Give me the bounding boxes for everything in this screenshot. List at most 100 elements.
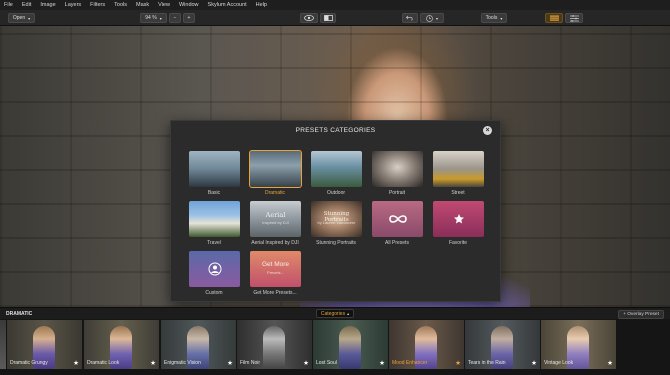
preset-thumb[interactable]: Dramatic Look ★ xyxy=(84,320,159,369)
get-more-overlay-title: Get More xyxy=(261,261,290,268)
infinity-icon xyxy=(372,201,423,237)
category-tile-outdoor[interactable] xyxy=(311,151,362,187)
preset-label: Mood Enhancer xyxy=(392,360,428,366)
category-label-outdoor: Outdoor xyxy=(326,190,346,196)
tools-button[interactable]: Tools ▾ xyxy=(481,13,507,23)
category-label-favorite: Favorite xyxy=(448,240,468,246)
preset-thumb[interactable]: Lost Soul ★ xyxy=(313,320,388,369)
zoom-in-label: + xyxy=(187,15,191,21)
star-icon[interactable]: ★ xyxy=(227,360,233,367)
category-tile-all-presets[interactable] xyxy=(372,201,423,237)
presets-panel-button[interactable] xyxy=(545,13,563,23)
preset-thumb[interactable]: Vintage Look ★ xyxy=(541,320,616,369)
menu-mask[interactable]: Mask xyxy=(136,0,149,10)
adjustments-panel-button[interactable] xyxy=(565,13,583,23)
star-icon[interactable]: ★ xyxy=(455,360,461,367)
star-icon[interactable]: ★ xyxy=(150,360,156,367)
undo-button[interactable] xyxy=(402,13,418,23)
menu-edit[interactable]: Edit xyxy=(22,0,31,10)
stunning-overlay-sub: by Lauren Vandaveer xyxy=(317,220,356,225)
presets-strip: Dramatic Grungy ★ Dramatic Look ★ Enigma… xyxy=(0,319,670,375)
menu-filters[interactable]: Filters xyxy=(90,0,105,10)
menu-tools[interactable]: Tools xyxy=(114,0,127,10)
zoom-out-button[interactable]: − xyxy=(169,13,181,23)
category-tile-custom[interactable] xyxy=(189,251,240,287)
zoom-value: 94 % xyxy=(145,15,157,21)
star-icon[interactable]: ★ xyxy=(379,360,385,367)
star-icon[interactable]: ★ xyxy=(531,360,537,367)
category-label-stunning-portraits: Stunning Portraits xyxy=(316,240,356,246)
category-tile-favorite[interactable] xyxy=(433,201,484,237)
star-icon[interactable]: ★ xyxy=(607,360,613,367)
open-label: Open xyxy=(12,15,26,21)
chevron-down-icon: ▾ xyxy=(28,15,31,21)
category-tile-basic[interactable] xyxy=(189,151,240,187)
category-tile-stunning-portraits[interactable]: Stunning Portraits by Lauren Vandaveer xyxy=(311,201,362,237)
menu-view[interactable]: View xyxy=(158,0,170,10)
get-more-overlay-sub: Presets... xyxy=(267,270,284,275)
compare-icon xyxy=(323,15,333,21)
aerial-overlay-sub: Inspired by DJI xyxy=(262,220,289,225)
open-button[interactable]: Open ▾ xyxy=(8,13,35,23)
preset-label: Film Noir xyxy=(240,360,260,366)
preset-thumb[interactable]: Enigmatic Vision ★ xyxy=(161,320,236,369)
preset-thumb[interactable]: Mood Enhancer ★ xyxy=(389,320,464,369)
overlay-preset-label: + Overlay Preset xyxy=(623,312,659,317)
presets-icon xyxy=(549,15,559,21)
category-label-aerial: Aerial Inspired by DJI xyxy=(251,240,299,246)
preview-eye-button[interactable] xyxy=(300,13,318,23)
category-label-travel: Travel xyxy=(207,240,221,246)
menu-file[interactable]: File xyxy=(4,0,13,10)
menu-image[interactable]: Image xyxy=(40,0,55,10)
categories-label: Categories xyxy=(320,310,346,317)
undo-icon xyxy=(406,15,413,21)
menu-window[interactable]: Window xyxy=(179,0,199,10)
zoom-in-button[interactable]: + xyxy=(183,13,195,23)
preset-label: Dramatic Look xyxy=(87,360,120,366)
category-tile-travel[interactable] xyxy=(189,201,240,237)
overlay-preset-button[interactable]: + Overlay Preset xyxy=(618,310,664,319)
user-icon xyxy=(189,251,240,287)
history-button[interactable]: ▾ xyxy=(420,13,444,23)
categories-button[interactable]: Categories ▴ xyxy=(316,309,354,318)
category-tile-portrait[interactable] xyxy=(372,151,423,187)
menu-bar: File Edit Image Layers Filters Tools Mas… xyxy=(0,0,670,10)
dialog-title: PRESETS CATEGORIES xyxy=(295,127,376,134)
category-tile-aerial[interactable]: Aerial Inspired by DJI xyxy=(250,201,301,237)
close-icon[interactable]: × xyxy=(483,126,492,135)
category-tile-street[interactable] xyxy=(433,151,484,187)
star-icon[interactable]: ★ xyxy=(303,360,309,367)
chevron-down-icon: ▾ xyxy=(500,15,503,21)
preset-thumb[interactable]: Dramatic Grungy ★ xyxy=(7,320,82,369)
clock-icon xyxy=(426,14,433,22)
star-icon xyxy=(433,201,484,237)
category-label-custom: Custom xyxy=(205,290,223,296)
preset-label: Tears in the Rain xyxy=(468,360,506,366)
chevron-up-icon: ▴ xyxy=(347,311,350,316)
category-label-get-more-presets: Get More Presets... xyxy=(253,290,297,296)
presets-strip-header: DRAMATIC Categories ▴ + Overlay Preset xyxy=(0,307,670,319)
chevron-down-icon: ▾ xyxy=(159,15,162,21)
zoom-select[interactable]: 94 % ▾ xyxy=(140,13,167,23)
category-tile-get-more-presets[interactable]: Get More Presets... xyxy=(250,251,301,287)
tools-label: Tools xyxy=(485,15,498,21)
menu-layers[interactable]: Layers xyxy=(65,0,82,10)
compare-button[interactable] xyxy=(320,13,336,23)
toolbar: Open ▾ 94 % ▾ − + ▾ Tools ▾ xyxy=(0,10,670,26)
menu-help[interactable]: Help xyxy=(256,0,267,10)
zoom-out-label: − xyxy=(173,15,177,21)
preset-thumb[interactable]: Film Noir ★ xyxy=(237,320,312,369)
category-label-portrait: Portrait xyxy=(388,190,406,196)
category-label-street: Street xyxy=(451,190,465,196)
preset-thumb[interactable]: Tears in the Rain ★ xyxy=(465,320,540,369)
preset-thumb-partial[interactable] xyxy=(0,320,6,369)
category-tile-dramatic[interactable] xyxy=(249,150,302,188)
eye-icon xyxy=(304,15,314,21)
star-icon[interactable]: ★ xyxy=(73,360,79,367)
preset-label: Lost Soul xyxy=(316,360,337,366)
presets-categories-dialog: PRESETS CATEGORIES × Basic Dramatic Outd… xyxy=(170,120,501,302)
menu-skylum-account[interactable]: Skylum Account xyxy=(208,0,247,10)
preset-label: Enigmatic Vision xyxy=(164,360,201,366)
chevron-down-icon: ▾ xyxy=(435,15,438,21)
category-label-dramatic: Dramatic xyxy=(264,190,285,196)
